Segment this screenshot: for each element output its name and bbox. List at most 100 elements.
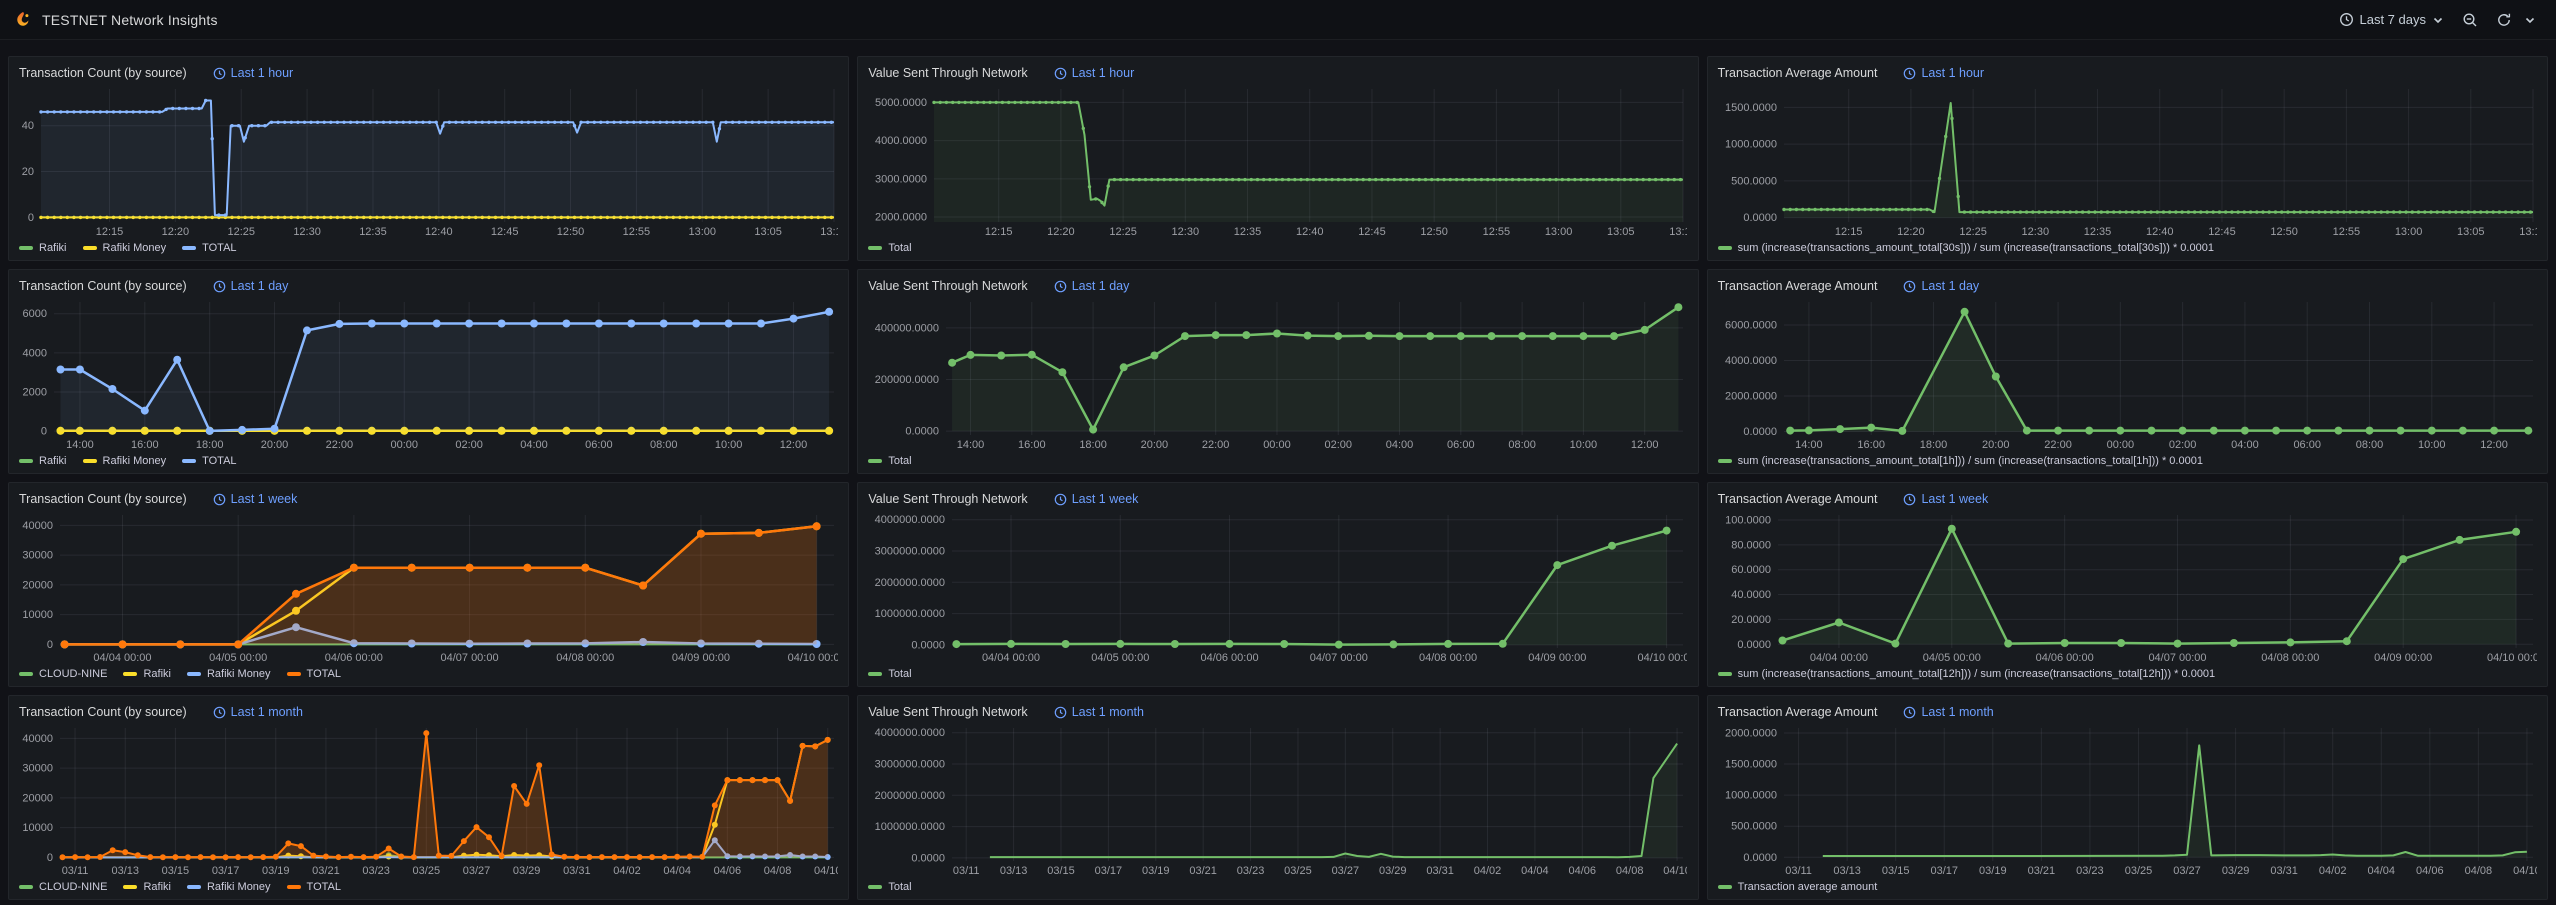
legend-label: Total xyxy=(888,455,911,467)
panel: Transaction Count (by source) Last 1 mont… xyxy=(8,695,849,900)
svg-text:1000000.0000: 1000000.0000 xyxy=(875,608,945,620)
svg-text:04/10 00:00: 04/10 00:00 xyxy=(788,652,838,664)
legend-item[interactable]: Rafiki xyxy=(19,242,67,254)
chart-canvas[interactable]: 0.00001000000.00002000000.00003000000.00… xyxy=(868,510,1687,665)
svg-text:20:00: 20:00 xyxy=(1141,439,1169,451)
panel-time-range-link[interactable]: Last 1 day xyxy=(213,279,289,293)
clock-icon xyxy=(1903,706,1916,719)
legend-item[interactable]: TOTAL xyxy=(287,668,341,680)
panel-title[interactable]: Transaction Count (by source) xyxy=(19,492,187,506)
time-range-picker[interactable]: Last 7 days xyxy=(2333,8,2451,31)
svg-text:04/05 00:00: 04/05 00:00 xyxy=(209,652,267,664)
legend-item[interactable]: Rafiki Money xyxy=(187,881,271,893)
svg-text:04/06: 04/06 xyxy=(2416,865,2444,877)
panel-time-range-link[interactable]: Last 1 hour xyxy=(1054,66,1135,80)
chart-canvas[interactable]: 020004000600014:0016:0018:0020:0022:0000… xyxy=(19,297,838,452)
legend-item[interactable]: CLOUD-NINE xyxy=(19,881,107,893)
chart-canvas[interactable]: 0.0000500.00001000.00001500.000012:1512:… xyxy=(1718,84,2537,239)
panel-title[interactable]: Transaction Count (by source) xyxy=(19,66,187,80)
legend-item[interactable]: Rafiki Money xyxy=(187,668,271,680)
panel-time-range-link[interactable]: Last 1 month xyxy=(213,705,303,719)
chart-canvas[interactable]: 0.00002000.00004000.00006000.000014:0016… xyxy=(1718,297,2537,452)
zoom-out-button[interactable] xyxy=(2456,8,2484,32)
legend-item[interactable]: Total xyxy=(868,455,911,467)
panel-time-range-link[interactable]: Last 1 hour xyxy=(213,66,294,80)
panel-title[interactable]: Transaction Average Amount xyxy=(1718,279,1878,293)
panel: Value Sent Through Network Last 1 week 0.0… xyxy=(857,482,1698,687)
svg-text:04/08 00:00: 04/08 00:00 xyxy=(556,652,614,664)
chart-canvas[interactable]: 0.00001000000.00002000000.00003000000.00… xyxy=(868,723,1687,878)
legend-item[interactable]: Rafiki xyxy=(123,881,171,893)
panel-time-range-link[interactable]: Last 1 day xyxy=(1054,279,1130,293)
grafana-logo[interactable] xyxy=(14,11,32,29)
chart-canvas[interactable]: 0204012:1512:2012:2512:3012:3512:4012:45… xyxy=(19,84,838,239)
chart-canvas[interactable]: 01000020000300004000003/1103/1303/1503/1… xyxy=(19,723,838,878)
legend-label: sum (increase(transactions_amount_total[… xyxy=(1738,455,2203,467)
svg-text:03/23: 03/23 xyxy=(362,865,390,877)
panel-time-range-link[interactable]: Last 1 hour xyxy=(1903,66,1984,80)
legend-item[interactable]: sum (increase(transactions_amount_total[… xyxy=(1718,668,2216,680)
panel: Transaction Average Amount Last 1 week 0.0… xyxy=(1707,482,2548,687)
chart-canvas[interactable]: 0.0000200000.0000400000.000014:0016:0018… xyxy=(868,297,1687,452)
svg-text:08:00: 08:00 xyxy=(1509,439,1537,451)
legend-item[interactable]: Rafiki xyxy=(19,455,67,467)
panel-title[interactable]: Value Sent Through Network xyxy=(868,279,1027,293)
legend-item[interactable]: sum (increase(transactions_amount_total[… xyxy=(1718,242,2214,254)
svg-text:18:00: 18:00 xyxy=(1919,439,1947,451)
panel-time-range-link[interactable]: Last 1 month xyxy=(1054,705,1144,719)
panel-time-range-link[interactable]: Last 1 day xyxy=(1903,279,1979,293)
svg-text:03/13: 03/13 xyxy=(1000,865,1028,877)
svg-text:0: 0 xyxy=(47,639,53,651)
legend-item[interactable]: Rafiki Money xyxy=(83,455,167,467)
legend-item[interactable]: TOTAL xyxy=(182,242,236,254)
legend-label: Rafiki xyxy=(39,455,67,467)
legend-item[interactable]: Rafiki Money xyxy=(83,242,167,254)
legend-item[interactable]: Rafiki xyxy=(123,668,171,680)
svg-text:13:00: 13:00 xyxy=(1545,226,1573,238)
panel-title[interactable]: Transaction Count (by source) xyxy=(19,705,187,719)
legend-item[interactable]: CLOUD-NINE xyxy=(19,668,107,680)
refresh-interval-dropdown[interactable] xyxy=(2524,10,2542,30)
legend-item[interactable]: Transaction average amount xyxy=(1718,881,1878,893)
clock-icon xyxy=(1054,280,1067,293)
panel-time-range-link[interactable]: Last 1 week xyxy=(1054,492,1139,506)
svg-text:03/19: 03/19 xyxy=(1142,865,1170,877)
svg-text:04/10: 04/10 xyxy=(1664,865,1688,877)
legend-swatch xyxy=(187,672,201,676)
svg-text:3000.0000: 3000.0000 xyxy=(875,173,927,185)
panel-title[interactable]: Value Sent Through Network xyxy=(868,66,1027,80)
legend-item[interactable]: sum (increase(transactions_amount_total[… xyxy=(1718,455,2203,467)
svg-text:03/17: 03/17 xyxy=(1095,865,1123,877)
svg-text:40000: 40000 xyxy=(22,733,53,745)
legend-item[interactable]: TOTAL xyxy=(182,455,236,467)
panel-time-range-link[interactable]: Last 1 week xyxy=(1903,492,1988,506)
svg-text:0.0000: 0.0000 xyxy=(912,639,946,651)
panel-title[interactable]: Transaction Average Amount xyxy=(1718,705,1878,719)
legend-swatch xyxy=(19,459,33,463)
chart-canvas[interactable]: 01000020000300004000004/04 00:0004/05 00… xyxy=(19,510,838,665)
svg-text:12:45: 12:45 xyxy=(491,226,519,238)
chart-canvas[interactable]: 0.000020.000040.000060.000080.0000100.00… xyxy=(1718,510,2537,665)
panel-title[interactable]: Transaction Count (by source) xyxy=(19,279,187,293)
legend-item[interactable]: Total xyxy=(868,881,911,893)
panel-time-range-link[interactable]: Last 1 month xyxy=(1903,705,1993,719)
chart-canvas[interactable]: 0.0000500.00001000.00001500.00002000.000… xyxy=(1718,723,2537,878)
legend-item[interactable]: Total xyxy=(868,668,911,680)
panel-title[interactable]: Transaction Average Amount xyxy=(1718,492,1878,506)
svg-text:03/25: 03/25 xyxy=(2124,865,2152,877)
panel-header: Transaction Average Amount Last 1 week xyxy=(1718,488,2537,510)
chart-canvas[interactable]: 2000.00003000.00004000.00005000.000012:1… xyxy=(868,84,1687,239)
svg-text:12:50: 12:50 xyxy=(557,226,585,238)
panel-title[interactable]: Transaction Average Amount xyxy=(1718,66,1878,80)
panel-time-range-link[interactable]: Last 1 week xyxy=(213,492,298,506)
panel-title[interactable]: Value Sent Through Network xyxy=(868,492,1027,506)
panel-title[interactable]: Value Sent Through Network xyxy=(868,705,1027,719)
svg-text:12:40: 12:40 xyxy=(1296,226,1324,238)
legend-item[interactable]: Total xyxy=(868,242,911,254)
svg-text:12:30: 12:30 xyxy=(293,226,321,238)
refresh-button[interactable] xyxy=(2490,8,2518,32)
legend-item[interactable]: TOTAL xyxy=(287,881,341,893)
svg-text:06:00: 06:00 xyxy=(1447,439,1475,451)
svg-text:12:00: 12:00 xyxy=(2480,439,2508,451)
svg-text:04/06 00:00: 04/06 00:00 xyxy=(1201,652,1259,664)
